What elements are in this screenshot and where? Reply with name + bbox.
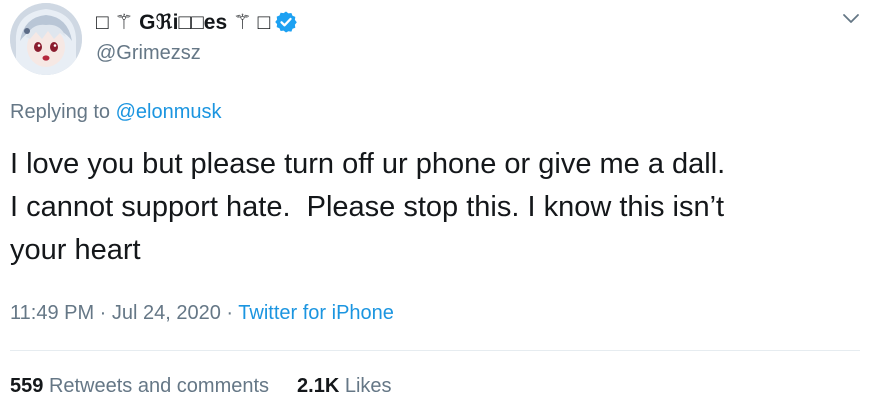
chevron-down-icon[interactable]	[842, 12, 860, 24]
avatar-image	[10, 3, 82, 75]
retweets-stat[interactable]: 559 Retweets and comments	[10, 375, 269, 397]
tweet-card: □ ⚚ Gℜi□□es ⚚ □ @Grimezsz Replying to @e…	[0, 0, 883, 412]
tweet-timestamp[interactable]: 11:49 PM · Jul 24, 2020	[10, 302, 221, 324]
retweets-count: 559	[10, 375, 44, 397]
author-display-name[interactable]: □ ⚚ Gℜi□□es ⚚ □	[96, 10, 270, 35]
tweet-meta: 11:49 PM · Jul 24, 2020 · Twitter for iP…	[10, 302, 394, 325]
meta-separator: ·	[220, 302, 239, 324]
author-name-row[interactable]: □ ⚚ Gℜi□□es ⚚ □	[96, 6, 298, 38]
likes-stat[interactable]: 2.1K Likes	[297, 375, 392, 397]
likes-label: Likes	[344, 375, 392, 397]
tweet-text: I love you but please turn off ur phone …	[10, 148, 726, 266]
replying-to-mention-link[interactable]: @elonmusk	[116, 101, 222, 123]
retweets-label: Retweets and comments	[48, 375, 270, 397]
tweet-stats: 559 Retweets and comments 2.1K Likes	[10, 375, 392, 398]
replying-to-prefix: Replying to	[10, 101, 111, 123]
likes-count: 2.1K	[297, 375, 340, 397]
replying-to: Replying to @elonmusk	[10, 101, 222, 124]
author-handle[interactable]: @Grimezsz	[96, 42, 201, 65]
verified-badge-icon	[274, 10, 298, 34]
divider	[10, 350, 860, 351]
tweet-source-link[interactable]: Twitter for iPhone	[238, 302, 394, 324]
avatar[interactable]	[10, 3, 82, 75]
